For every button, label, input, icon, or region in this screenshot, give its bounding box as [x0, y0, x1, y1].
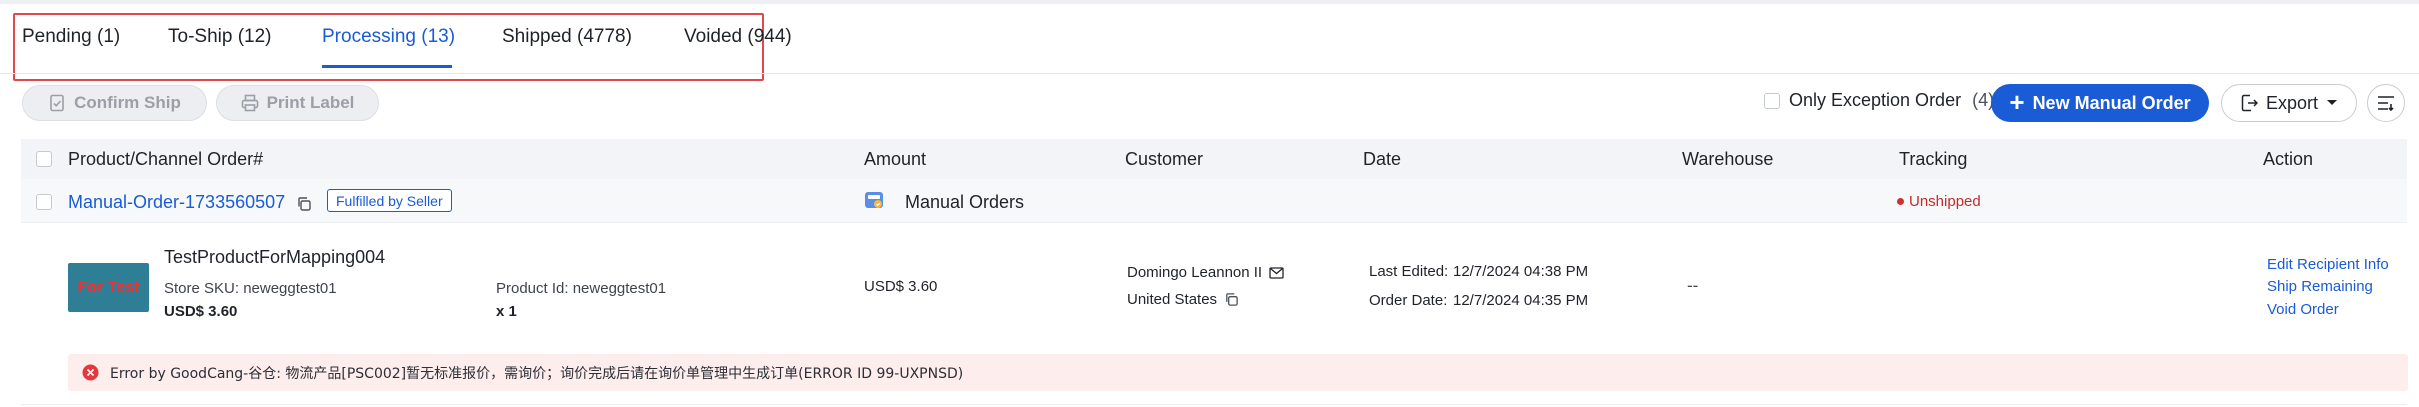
- ship-remaining-link[interactable]: Ship Remaining: [2267, 278, 2373, 295]
- order-date-label: Order Date:: [1369, 292, 1448, 309]
- exception-label: Only Exception Order: [1789, 90, 1962, 110]
- void-order-link[interactable]: Void Order: [2267, 301, 2339, 318]
- plus-icon: +: [2009, 87, 2025, 117]
- column-header-product: Product/Channel Order#: [68, 149, 264, 169]
- product-price: USD$ 3.60: [164, 303, 238, 320]
- column-header-tracking: Tracking: [1899, 149, 1968, 169]
- edit-recipient-info-link[interactable]: Edit Recipient Info: [2267, 256, 2389, 273]
- tab-shipped[interactable]: Shipped (4778): [502, 26, 632, 48]
- document-check-icon: [50, 94, 64, 112]
- manual-order-channel-icon: [865, 192, 883, 208]
- column-header-amount: Amount: [864, 149, 927, 169]
- tab-voided[interactable]: Voided (944): [684, 26, 792, 48]
- tracking-status: Unshipped: [1897, 193, 1981, 210]
- top-border: [0, 0, 2419, 4]
- columns-settings-icon: [2378, 96, 2394, 112]
- column-header-warehouse: Warehouse: [1682, 149, 1774, 169]
- product-quantity: x 1: [496, 303, 517, 320]
- confirm-ship-button[interactable]: Confirm Ship: [22, 85, 207, 121]
- column-header-date: Date: [1363, 149, 1402, 169]
- order-date-value: 12/7/2024 04:35 PM: [1453, 292, 1589, 309]
- product-id: Product Id: neweggtest01: [496, 280, 667, 297]
- export-button[interactable]: Export: [2221, 84, 2357, 122]
- tab-processing[interactable]: Processing (13): [322, 26, 455, 48]
- export-icon: [2241, 94, 2258, 112]
- tab-pending[interactable]: Pending (1): [22, 26, 120, 48]
- column-header-action: Action: [2263, 149, 2314, 169]
- store-sku: Store SKU: neweggtest01: [164, 280, 337, 297]
- order-row-checkbox[interactable]: [36, 194, 52, 210]
- tabs-divider: [0, 73, 2419, 74]
- new-manual-order-button[interactable]: + New Manual Order: [1991, 84, 2209, 122]
- status-dot: [1897, 198, 1904, 205]
- tracking-status-label: Unshipped: [1909, 193, 1981, 210]
- printer-icon: [241, 94, 258, 112]
- print-label-button[interactable]: Print Label: [216, 85, 379, 121]
- copy-icon[interactable]: [296, 196, 312, 212]
- last-edited-value: 12/7/2024 04:38 PM: [1453, 263, 1589, 280]
- print-label-label: Print Label: [266, 93, 355, 112]
- tab-to-ship[interactable]: To-Ship (12): [168, 26, 272, 48]
- confirm-ship-label: Confirm Ship: [74, 93, 181, 112]
- customer-name: Domingo Leannon II: [1127, 264, 1263, 281]
- export-label: Export: [2265, 92, 2319, 113]
- product-name: TestProductForMapping004: [164, 247, 386, 267]
- column-header-customer: Customer: [1125, 149, 1204, 169]
- product-thumbnail[interactable]: For Test: [68, 263, 149, 312]
- mail-icon[interactable]: [1269, 266, 1284, 279]
- warehouse-value: --: [1687, 276, 1699, 295]
- last-edited-label: Last Edited:: [1369, 263, 1449, 280]
- copy-icon[interactable]: [1224, 292, 1239, 307]
- active-tab-underline: [322, 65, 452, 68]
- channel-name: Manual Orders: [905, 192, 1025, 212]
- customer-country: United States: [1127, 291, 1218, 308]
- column-settings-button[interactable]: [2367, 84, 2405, 122]
- customer-country-row: United States: [1127, 291, 1239, 308]
- customer-name-row: Domingo Leannon II: [1127, 264, 1284, 281]
- error-icon: [82, 364, 99, 381]
- error-message: Error by GoodCang-谷仓: 物流产品[PSC002]暂无标准报价…: [110, 365, 964, 382]
- select-all-checkbox[interactable]: [36, 151, 52, 167]
- table-header: [21, 139, 2407, 179]
- order-id-link[interactable]: Manual-Order-1733560507: [68, 192, 285, 213]
- exception-checkbox[interactable]: [1764, 92, 1780, 109]
- order-amount: USD$ 3.60: [864, 278, 938, 295]
- caret-down-icon: [2327, 100, 2338, 105]
- only-exception-order-filter[interactable]: Only Exception Order (4): [1764, 90, 1994, 111]
- new-manual-order-label: New Manual Order: [2032, 92, 2191, 113]
- fulfilled-by-seller-badge: Fulfilled by Seller: [327, 189, 452, 212]
- row-bottom-divider: [21, 404, 2407, 405]
- order-error-banner: Error by GoodCang-谷仓: 物流产品[PSC002]暂无标准报价…: [68, 354, 2408, 391]
